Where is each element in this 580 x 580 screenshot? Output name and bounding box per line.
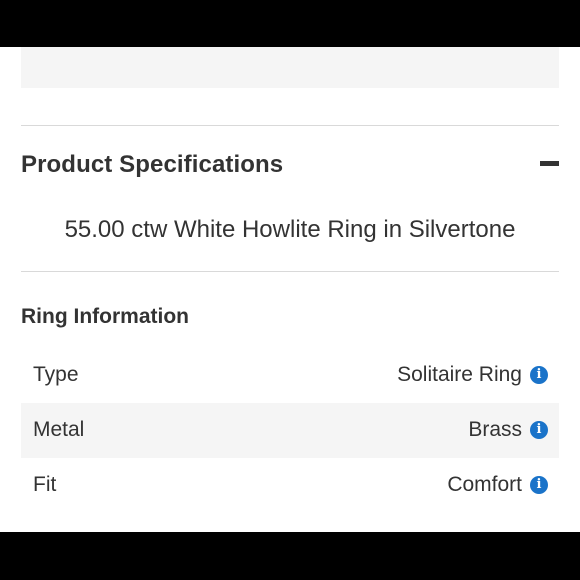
spec-value-group: Solitaire Ring i [397, 363, 548, 387]
info-icon[interactable]: i [530, 476, 548, 494]
spec-value-group: Comfort i [447, 473, 548, 497]
spec-panel: Product Specifications 55.00 ctw White H… [0, 47, 580, 532]
info-icon[interactable]: i [530, 421, 548, 439]
spec-value: Solitaire Ring [397, 363, 522, 386]
spec-row-metal: Metal Brass i [21, 403, 559, 458]
product-name: 55.00 ctw White Howlite Ring in Silverto… [64, 216, 516, 243]
spec-value: Brass [468, 418, 522, 441]
section-divider [21, 271, 559, 272]
spec-value: Comfort [447, 473, 522, 496]
previous-section-end [21, 47, 559, 88]
spec-row-fit: Fit Comfort i [21, 458, 559, 513]
spec-label: Fit [33, 473, 57, 496]
subsection-title: Ring Information [21, 305, 189, 328]
spec-label: Type [33, 363, 79, 386]
spec-label: Metal [33, 418, 85, 441]
section-title: Product Specifications [21, 151, 284, 178]
spec-value-group: Brass i [468, 418, 548, 442]
spec-row-type: Type Solitaire Ring i [21, 348, 559, 403]
info-icon[interactable]: i [530, 366, 548, 384]
section-divider [21, 125, 559, 126]
minus-icon[interactable] [540, 161, 559, 166]
